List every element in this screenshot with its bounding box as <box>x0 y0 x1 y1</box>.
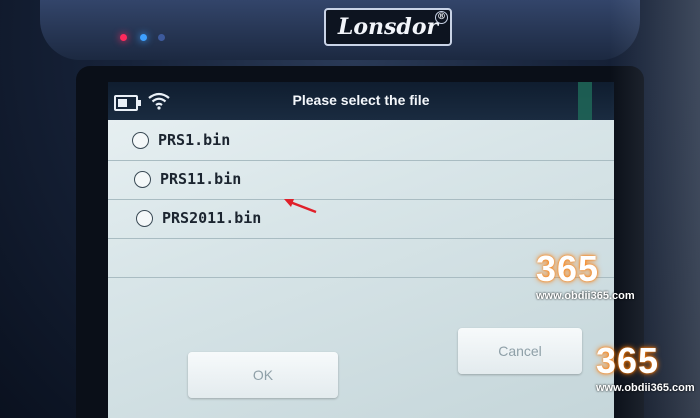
brand-name: Lonsdor <box>337 14 439 40</box>
watermark-url: www.obdii365.com <box>596 382 695 394</box>
radio-button[interactable] <box>134 171 151 188</box>
brand-logo: Lonsdor ® <box>324 8 452 46</box>
title-bar: Please select the file <box>108 82 614 120</box>
ok-button[interactable]: OK <box>188 352 338 398</box>
watermark: 365 www.obdii365.com <box>596 340 695 394</box>
device-frame: Lonsdor ® Please select the file PRS1.bi… <box>0 0 700 418</box>
corner-tab <box>578 82 592 120</box>
cancel-button[interactable]: Cancel <box>458 328 582 374</box>
file-row-prs1[interactable]: PRS1.bin <box>108 122 614 161</box>
radio-button[interactable] <box>132 132 149 149</box>
watermark-number: 365 <box>536 248 600 289</box>
indicator-led-icon <box>158 34 165 41</box>
registered-mark: ® <box>435 11 448 24</box>
file-row-prs2011[interactable]: PRS2011.bin <box>108 200 614 239</box>
page-title: Please select the file <box>292 92 430 108</box>
red-arrow-icon <box>284 199 317 214</box>
file-row-prs11[interactable]: PRS11.bin <box>108 161 614 200</box>
watermark-url: www.obdii365.com <box>536 290 635 302</box>
file-label: PRS1.bin <box>158 131 231 149</box>
file-label: PRS2011.bin <box>162 209 262 227</box>
power-led-icon <box>120 34 127 41</box>
watermark: 365 www.obdii365.com <box>536 248 635 302</box>
watermark-number: 365 <box>596 340 660 381</box>
file-label: PRS11.bin <box>160 170 242 188</box>
radio-button[interactable] <box>136 210 153 227</box>
status-led-icon <box>140 34 147 41</box>
